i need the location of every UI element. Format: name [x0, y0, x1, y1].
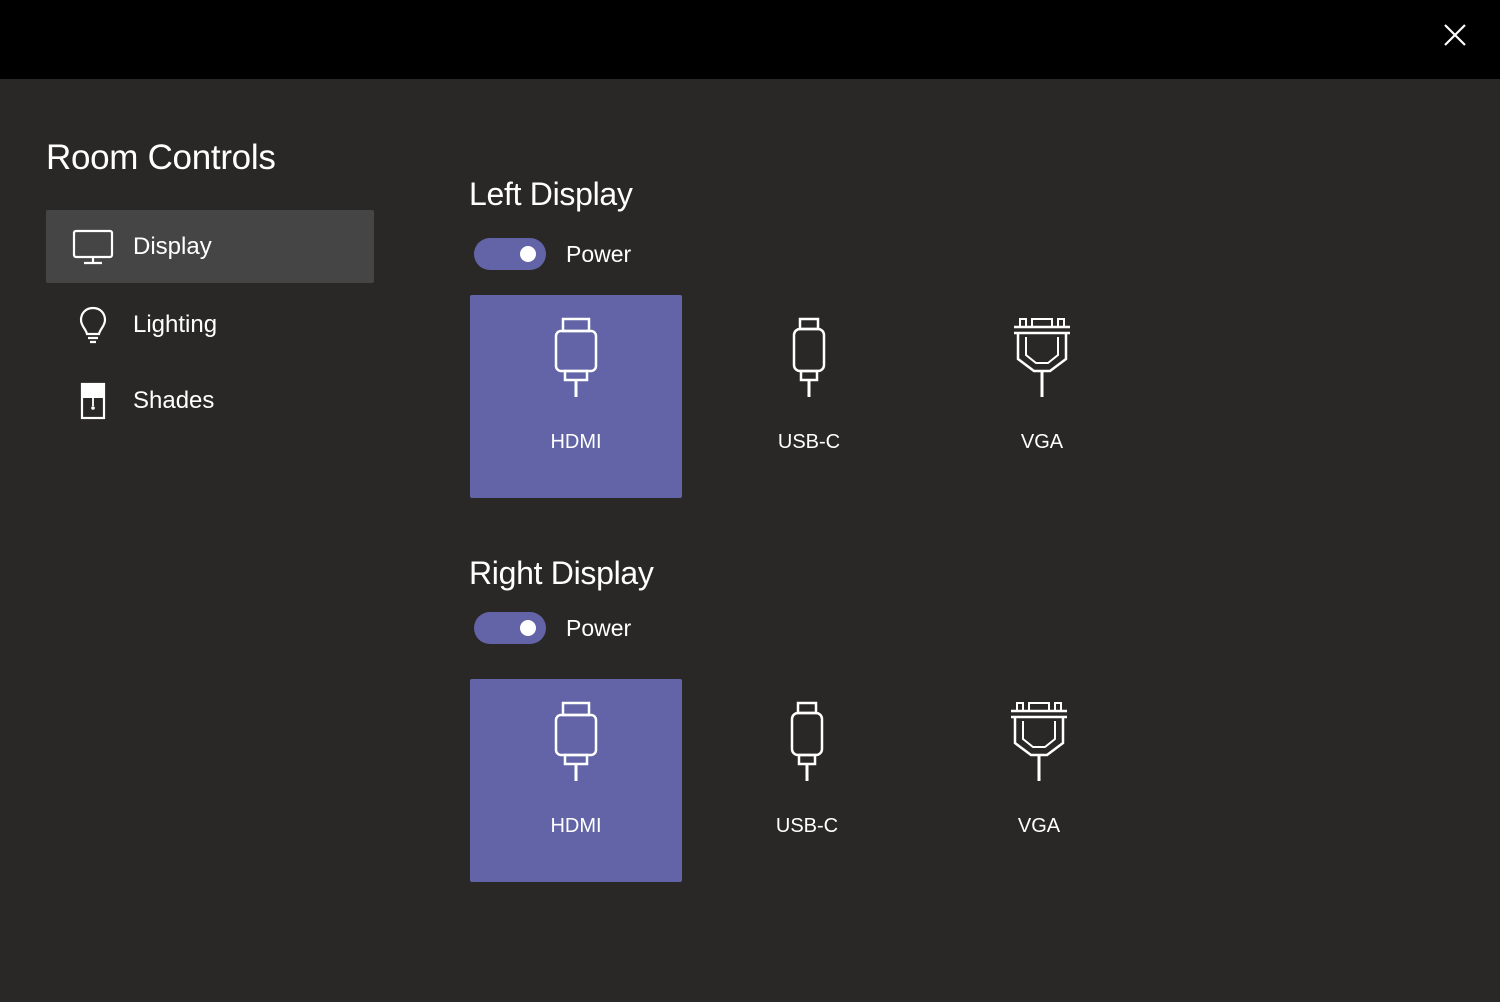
- sidebar-item-label: Display: [133, 232, 212, 260]
- input-label: VGA: [1020, 431, 1064, 453]
- toggle-knob: [520, 246, 536, 262]
- right-power-label: Power: [566, 614, 632, 641]
- right-power-row: Power: [474, 612, 631, 644]
- sidebar-item-label: Shades: [133, 386, 215, 414]
- input-label: HDMI: [550, 815, 602, 837]
- sidebar-item-display[interactable]: Display: [46, 210, 374, 283]
- sidebar-item-lighting[interactable]: Lighting: [46, 288, 374, 361]
- close-button[interactable]: [1440, 20, 1470, 50]
- right-input-hdmi[interactable]: HDMI: [470, 679, 682, 882]
- title-bar: [0, 0, 1500, 79]
- left-input-usb-c[interactable]: USB-C: [703, 295, 915, 498]
- hdmi-icon: [531, 699, 621, 783]
- right-input-vga[interactable]: VGA: [933, 679, 1145, 882]
- right-display-title: Right Display: [469, 555, 654, 591]
- input-label: USB-C: [777, 431, 841, 453]
- close-icon: [1444, 24, 1466, 46]
- sidebar-item-label: Lighting: [133, 310, 218, 338]
- right-input-usb-c[interactable]: USB-C: [701, 679, 913, 882]
- sidebar-title: Room Controls: [46, 138, 276, 177]
- left-input-vga[interactable]: VGA: [936, 295, 1148, 498]
- right-power-toggle[interactable]: [474, 612, 546, 644]
- toggle-knob: [520, 620, 536, 636]
- vga-icon: [994, 699, 1084, 783]
- monitor-icon: [70, 224, 116, 270]
- input-label: HDMI: [550, 431, 602, 453]
- left-display-title: Left Display: [469, 176, 633, 212]
- sidebar-item-shades[interactable]: Shades: [46, 364, 374, 437]
- left-input-hdmi[interactable]: HDMI: [470, 295, 682, 498]
- left-power-row: Power: [474, 238, 631, 270]
- usb-c-icon: [762, 699, 852, 783]
- lightbulb-icon: [70, 302, 116, 348]
- usb-c-icon: [764, 315, 854, 399]
- hdmi-icon: [531, 315, 621, 399]
- vga-icon: [997, 315, 1087, 399]
- input-label: VGA: [1017, 815, 1061, 837]
- left-power-label: Power: [566, 240, 632, 267]
- input-label: USB-C: [775, 815, 839, 837]
- shades-icon: [70, 378, 116, 424]
- left-power-toggle[interactable]: [474, 238, 546, 270]
